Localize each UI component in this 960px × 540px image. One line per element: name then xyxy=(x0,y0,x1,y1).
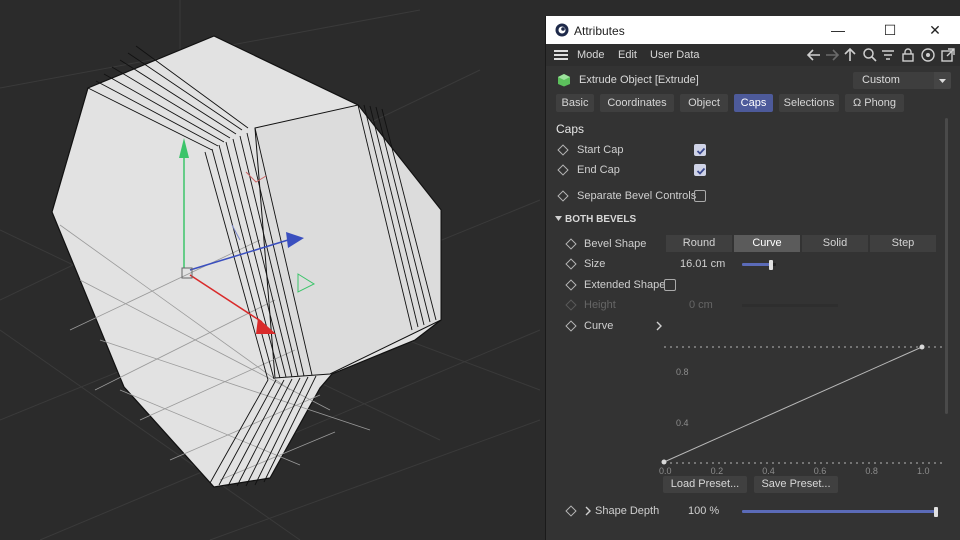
end-cap-checkbox[interactable] xyxy=(694,164,706,176)
extended-shape-checkbox[interactable] xyxy=(664,279,676,291)
tab-selections[interactable]: Selections xyxy=(779,94,839,112)
curve-point-0[interactable] xyxy=(661,459,667,465)
bevel-shape-row: Bevel Shape Round Curve Solid Step xyxy=(546,234,960,254)
tab-coordinates[interactable]: Coordinates xyxy=(600,94,674,112)
object-header: Extrude Object [Extrude] Custom xyxy=(546,70,960,92)
preset-dropdown-value: Custom xyxy=(862,74,900,86)
start-cap-checkbox[interactable] xyxy=(694,144,706,156)
height-row: Height 0 cm xyxy=(546,295,960,315)
minimize-button[interactable]: — xyxy=(828,20,848,40)
window-title: Attributes xyxy=(574,24,625,38)
size-value[interactable]: 16.01 cm xyxy=(680,258,725,270)
keyframe-diamond-icon[interactable] xyxy=(557,144,569,156)
start-cap-label: Start Cap xyxy=(577,144,624,156)
bevel-shape-label: Bevel Shape xyxy=(584,238,647,250)
curve-graph[interactable]: 0.8 0.4 0.0 0.2 0.4 0.6 0.8 1.0 xyxy=(659,326,942,476)
separate-bevel-label: Separate Bevel Controls xyxy=(577,190,697,202)
cinema4d-app-icon xyxy=(555,23,569,37)
back-arrow-icon[interactable] xyxy=(806,47,822,63)
up-arrow-icon[interactable] xyxy=(842,47,858,63)
menu-mode[interactable]: Mode xyxy=(577,49,605,61)
tab-basic[interactable]: Basic xyxy=(556,94,594,112)
curve-point-1[interactable] xyxy=(919,344,925,350)
y-tick-label: 0.4 xyxy=(676,417,689,428)
extended-shape-row: Extended Shape xyxy=(546,275,960,295)
both-bevels-title[interactable]: BOTH BEVELS xyxy=(565,214,636,225)
keyframe-diamond-icon[interactable] xyxy=(565,505,577,517)
tab-object[interactable]: Object xyxy=(680,94,728,112)
size-label: Size xyxy=(584,258,606,270)
size-slider-knob[interactable] xyxy=(769,260,773,270)
new-window-icon[interactable] xyxy=(940,47,956,63)
keyframe-diamond-icon xyxy=(565,299,577,311)
curve-line[interactable] xyxy=(663,346,923,463)
start-cap-row: Start Cap xyxy=(546,140,960,160)
x-tick-label: 0.2 xyxy=(710,466,724,476)
section-title-caps: Caps xyxy=(556,122,585,136)
keyframe-diamond-icon[interactable] xyxy=(565,258,577,270)
search-icon[interactable] xyxy=(862,47,878,63)
keyframe-diamond-icon[interactable] xyxy=(565,238,577,250)
bevel-shape-curve[interactable]: Curve xyxy=(734,235,800,252)
tab-phong[interactable]: Ω Phong xyxy=(845,94,904,112)
maximize-button[interactable]: ☐ xyxy=(880,20,900,40)
menu-edit[interactable]: Edit xyxy=(618,49,637,61)
shape-depth-slider-knob[interactable] xyxy=(934,507,938,517)
curve-label: Curve xyxy=(584,320,614,332)
collapse-triangle-icon[interactable] xyxy=(555,215,562,222)
object-title: Extrude Object [Extrude] xyxy=(579,74,699,86)
lock-icon[interactable] xyxy=(900,47,916,63)
x-tick-label: 1.0 xyxy=(917,466,930,476)
chevron-right-icon[interactable] xyxy=(584,506,592,516)
keyframe-diamond-icon[interactable] xyxy=(565,279,577,291)
x-tick-label: 0.6 xyxy=(813,466,827,476)
bevel-shape-solid[interactable]: Solid xyxy=(802,235,868,252)
hamburger-menu-icon[interactable] xyxy=(554,50,568,60)
y-tick-label: 0.8 xyxy=(676,367,689,378)
shape-depth-label: Shape Depth xyxy=(595,505,660,517)
separate-bevel-row: Separate Bevel Controls xyxy=(546,186,960,206)
bevel-shape-step[interactable]: Step xyxy=(870,235,936,252)
extrude-object-icon xyxy=(558,74,570,87)
separate-bevel-checkbox[interactable] xyxy=(694,190,706,202)
filter-icon[interactable] xyxy=(880,47,896,63)
window-titlebar[interactable]: Attributes — ☐ ✕ xyxy=(546,16,960,44)
size-slider[interactable] xyxy=(742,260,776,270)
bevel-shape-segmented: Round Curve Solid Step xyxy=(666,235,936,252)
tab-caps[interactable]: Caps xyxy=(734,94,773,112)
x-tick-label: 0.0 xyxy=(659,466,672,476)
shape-depth-value[interactable]: 100 % xyxy=(688,505,719,517)
menu-bar: Mode Edit User Data xyxy=(546,44,960,66)
save-preset-button[interactable]: Save Preset... xyxy=(754,476,838,493)
tab-bar: Basic Coordinates Object Caps Selections… xyxy=(546,94,960,114)
menu-user-data[interactable]: User Data xyxy=(650,49,700,61)
preset-dropdown[interactable]: Custom xyxy=(853,72,951,89)
keyframe-diamond-icon[interactable] xyxy=(557,190,569,202)
close-button[interactable]: ✕ xyxy=(925,20,945,40)
chevron-down-icon[interactable] xyxy=(934,72,951,89)
shape-depth-slider-fill xyxy=(742,510,938,513)
height-value: 0 cm xyxy=(689,299,713,311)
bevel-shape-round[interactable]: Round xyxy=(666,235,732,252)
end-cap-label: End Cap xyxy=(577,164,620,176)
attributes-window: Attributes — ☐ ✕ Mode Edit User Data Ext… xyxy=(546,16,960,540)
extended-shape-label: Extended Shape xyxy=(584,279,666,291)
shape-depth-slider[interactable] xyxy=(742,507,938,517)
forward-arrow-icon[interactable] xyxy=(824,47,840,63)
height-slider xyxy=(742,304,838,307)
load-preset-button[interactable]: Load Preset... xyxy=(663,476,747,493)
end-cap-row: End Cap xyxy=(546,160,960,180)
target-icon[interactable] xyxy=(920,47,936,63)
keyframe-diamond-icon[interactable] xyxy=(557,164,569,176)
shape-depth-row: Shape Depth 100 % xyxy=(546,501,960,521)
height-label: Height xyxy=(584,299,616,311)
keyframe-diamond-icon[interactable] xyxy=(565,320,577,332)
size-row: Size 16.01 cm xyxy=(546,254,960,274)
x-tick-label: 0.8 xyxy=(865,466,878,476)
curve-graph-canvas[interactable] xyxy=(660,326,942,476)
x-tick-label: 0.4 xyxy=(762,466,775,476)
